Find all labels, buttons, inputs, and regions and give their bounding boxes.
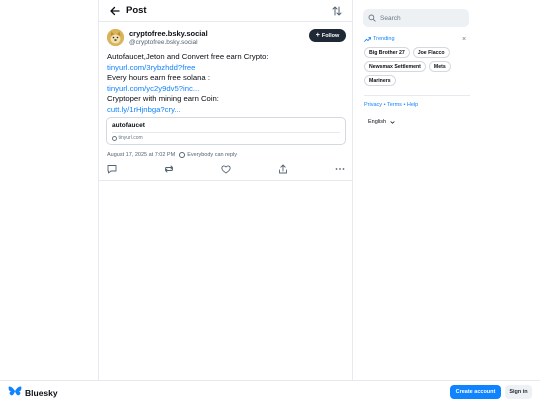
privacy-link[interactable]: Privacy (364, 102, 382, 108)
reply-icon[interactable] (106, 163, 118, 175)
post-link[interactable]: tinyurl.com/yc2y9dv5?inc... (107, 84, 347, 95)
search-input[interactable] (380, 14, 460, 22)
share-icon[interactable] (277, 163, 289, 175)
trending-chip[interactable]: Big Brother 27 (364, 47, 410, 58)
card-domain: tinyurl.com (112, 135, 143, 141)
post-text-line: Cryptoper with mining earn Coin: (107, 94, 219, 103)
help-link[interactable]: Help (407, 102, 418, 108)
link-separator: • (383, 102, 386, 108)
trending-chip[interactable]: Joe Flacco (412, 47, 450, 58)
terms-link[interactable]: Terms (387, 102, 402, 108)
follow-button[interactable]: + Follow (309, 29, 346, 42)
trending-topics: Big Brother 27 Joe Flacco Newsmax Settle… (364, 47, 470, 86)
post-actions (99, 163, 352, 177)
trending-chip[interactable]: Mets (428, 61, 451, 72)
plus-icon: + (315, 32, 320, 39)
link-preview-card[interactable]: autofaucet tinyurl.com (106, 117, 346, 145)
brand-name: Bluesky (25, 388, 58, 398)
sidebar-divider (364, 95, 470, 96)
post-timestamp[interactable]: August 17, 2025 at 7:02 PM (107, 152, 175, 158)
search-box[interactable] (363, 9, 469, 27)
close-icon[interactable]: × (462, 35, 466, 44)
chevron-down-icon (390, 120, 395, 124)
create-account-button[interactable]: Create account (450, 385, 501, 399)
author-handle[interactable]: @cryptofree.bsky.social (129, 39, 198, 46)
sort-arrows-icon[interactable] (331, 5, 343, 17)
post-text-line: Every hours earn free solana : (107, 73, 210, 82)
link-separator: • (403, 102, 406, 108)
post-text-line: Autofaucet,Jeton and Convert free earn C… (107, 52, 269, 61)
author-display-name[interactable]: cryptofree.bsky.social (129, 29, 208, 38)
post-link[interactable]: tinyurl.com/3rybzhdd?free (107, 63, 347, 74)
card-domain-text: tinyurl.com (118, 135, 143, 141)
language-label: English (368, 119, 387, 125)
butterfly-logo-icon[interactable] (8, 386, 22, 398)
trending-chip[interactable]: Newsmax Settlement (364, 61, 426, 72)
reply-settings-icon (179, 152, 186, 158)
arrow-left-icon[interactable] (108, 4, 122, 18)
trending-chip[interactable]: Mariners (364, 75, 396, 86)
post-meta: August 17, 2025 at 7:02 PM Everybody can… (107, 152, 237, 158)
globe-icon (112, 135, 117, 141)
card-title: autofaucet (112, 122, 145, 129)
post-link[interactable]: cutt.ly/1rHjnbga?cry... (107, 105, 347, 116)
trending-header: Trending × (364, 35, 469, 45)
post-text: Autofaucet,Jeton and Convert free earn C… (107, 52, 347, 115)
more-icon[interactable] (334, 163, 346, 175)
like-icon[interactable] (220, 163, 232, 175)
bottom-bar: Bluesky Create account Sign in (0, 380, 540, 405)
repost-icon[interactable] (163, 163, 175, 175)
avatar[interactable] (107, 29, 124, 46)
trending-label: Trending (373, 36, 395, 42)
trending-icon (364, 37, 371, 42)
thread-divider (99, 180, 352, 181)
card-divider (112, 132, 340, 133)
doge-avatar-icon (107, 29, 124, 46)
search-icon (368, 14, 376, 22)
page-title: Post (126, 5, 147, 16)
follow-label: Follow (321, 32, 340, 39)
page-header: Post (99, 0, 352, 22)
footer-links: Privacy • Terms • Help (364, 102, 418, 108)
language-select[interactable]: English (368, 119, 395, 125)
reply-setting: Everybody can reply (187, 152, 238, 158)
sign-in-button[interactable]: Sign in (505, 385, 532, 399)
main-column: Post cryptofree.bsky.social @cryptofree.… (98, 0, 353, 380)
